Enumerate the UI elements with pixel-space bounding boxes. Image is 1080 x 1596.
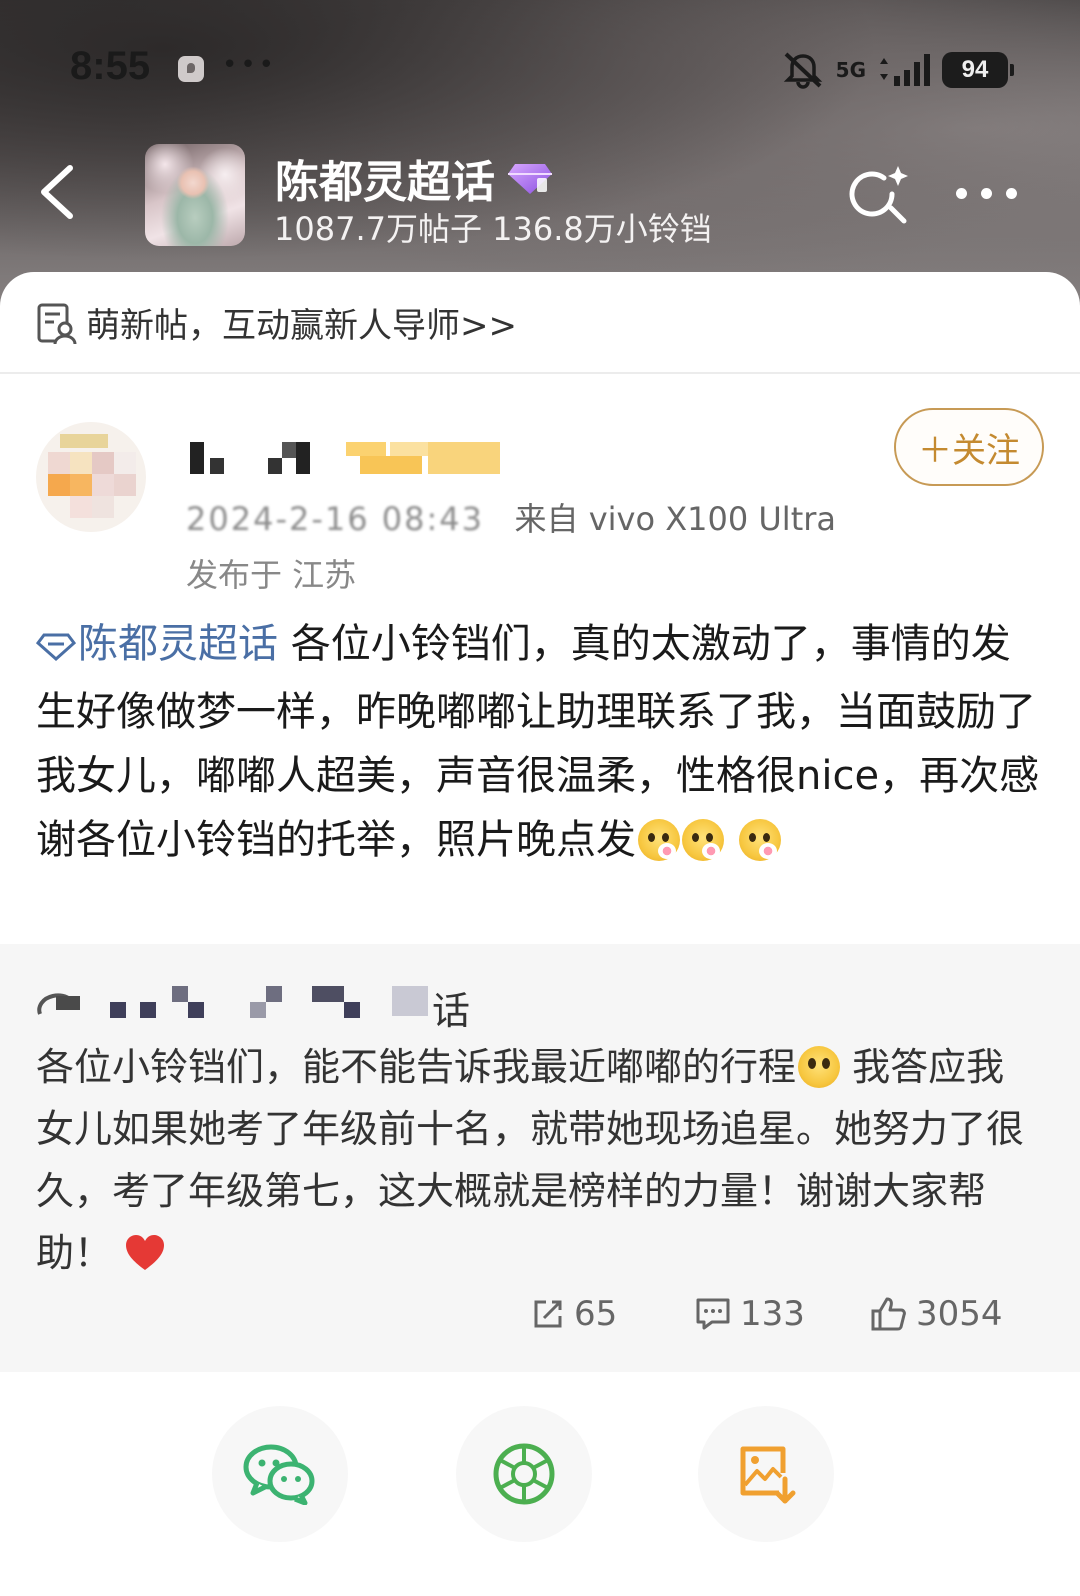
save-image-icon bbox=[740, 1446, 796, 1504]
topic-avatar[interactable] bbox=[145, 144, 245, 246]
notification-app-icon bbox=[178, 56, 204, 82]
comment-count: 133 bbox=[740, 1294, 805, 1334]
author-avatar[interactable] bbox=[36, 422, 146, 532]
network-type: 5G bbox=[835, 58, 866, 82]
quoted-actions: 65 133 3054 bbox=[0, 1284, 1080, 1344]
notice-text: 萌新帖，互动赢新人导师>> bbox=[86, 306, 517, 346]
more-icon[interactable] bbox=[952, 180, 1022, 204]
quoted-source-tail: 话 bbox=[432, 989, 471, 1033]
worried-emoji-icon bbox=[798, 1046, 841, 1088]
heart-icon bbox=[124, 1228, 166, 1290]
flower-face-emoji-icon bbox=[682, 819, 724, 861]
flower-face-emoji-icon bbox=[738, 819, 781, 861]
author-name-masked[interactable] bbox=[190, 438, 520, 478]
share-wechat-button[interactable] bbox=[212, 1406, 348, 1542]
comment-button[interactable]: 133 bbox=[694, 1284, 805, 1344]
flower-face-emoji-icon bbox=[638, 819, 680, 861]
quoted-post[interactable]: 话 各位小铃铛们，能不能告诉我最近嘟嘟的行程 我答应我女儿如果她考了年级前十名，… bbox=[0, 944, 1080, 1372]
comment-icon bbox=[696, 1298, 730, 1330]
post-body: 陈都灵超话 各位小铃铛们，真的太激动了，事情的发生好像做梦一样，昨晚嘟嘟让助理联… bbox=[35, 612, 1046, 872]
battery-indicator: 94 bbox=[942, 52, 1014, 88]
post-time: 2024-2-16 08:43 bbox=[186, 500, 484, 538]
quoted-text-part1: 各位小铃铛们，能不能告诉我最近嘟嘟的行程 bbox=[36, 1045, 797, 1089]
moments-icon bbox=[493, 1443, 555, 1505]
status-bar: 8:55 ••• 5G 94 bbox=[0, 40, 1080, 100]
topic-tag[interactable]: 陈都灵超话 bbox=[35, 621, 278, 667]
topic-bar: 陈都灵超话 1087.7万帖子 136.8万小铃铛 bbox=[0, 140, 1080, 250]
topic-title: 陈都灵超话 bbox=[275, 146, 553, 210]
diamond-icon bbox=[35, 616, 77, 680]
thumbs-up-icon bbox=[871, 1297, 906, 1331]
repost-count: 65 bbox=[574, 1294, 618, 1334]
post-meta: 2024-2-16 08:43 来自 vivo X100 Ultra bbox=[186, 494, 836, 540]
share-moments-button[interactable] bbox=[456, 1406, 592, 1542]
quoted-source-masked: 话 bbox=[36, 980, 476, 1033]
topic-tag-text: 陈都灵超话 bbox=[78, 621, 278, 667]
post-source: 来自 vivo X100 Ultra bbox=[514, 500, 837, 538]
wechat-icon bbox=[243, 1444, 315, 1505]
post-location: 发布于 江苏 bbox=[186, 556, 357, 594]
quoted-text: 各位小铃铛们，能不能告诉我最近嘟嘟的行程 我答应我女儿如果她考了年级前十名，就带… bbox=[36, 1036, 1036, 1290]
like-button[interactable]: 3054 bbox=[870, 1284, 1003, 1344]
signal-icon bbox=[876, 52, 932, 88]
more-notifications-icon: ••• bbox=[222, 50, 278, 80]
repost-button[interactable]: 65 bbox=[530, 1284, 617, 1344]
follow-button[interactable]: ＋关注 bbox=[894, 408, 1044, 486]
chevron-left-icon[interactable] bbox=[34, 162, 84, 222]
newbie-notice[interactable]: 萌新帖，互动赢新人导师>> bbox=[0, 272, 1080, 374]
save-image-button[interactable] bbox=[698, 1406, 834, 1542]
topic-stats: 1087.7万帖子 136.8万小铃铛 bbox=[274, 210, 712, 248]
like-count: 3054 bbox=[916, 1294, 1003, 1334]
search-spark-icon[interactable] bbox=[848, 164, 914, 228]
newbie-post-icon bbox=[36, 302, 78, 346]
status-time: 8:55 bbox=[70, 44, 151, 88]
status-right: 5G 94 bbox=[780, 48, 1014, 92]
post-card: 萌新帖，互动赢新人导师>> ＋关注 2024-2-16 08:43 来自 viv… bbox=[0, 272, 1080, 1596]
topic-title-text: 陈都灵超话 bbox=[275, 157, 495, 208]
repost-icon bbox=[534, 1300, 562, 1328]
silent-mode-icon bbox=[780, 50, 826, 90]
super-topic-gem-icon bbox=[507, 160, 553, 196]
